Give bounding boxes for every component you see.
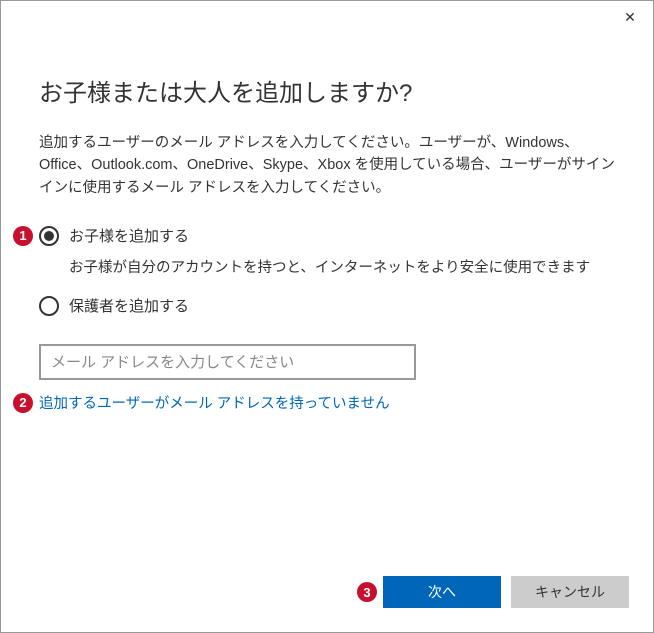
titlebar: ✕ [1, 1, 653, 33]
radio-option-child[interactable]: 1 お子様を追加する [39, 225, 615, 246]
radio-child-icon[interactable] [39, 226, 59, 246]
radio-child-label: お子様を追加する [69, 225, 189, 246]
dialog-window: ✕ お子様または大人を追加しますか? 追加するユーザーのメール アドレスを入力し… [0, 0, 654, 633]
radio-group: 1 お子様を追加する お子様が自分のアカウントを持つと、インターネットをより安全… [39, 225, 615, 316]
dialog-footer: 3 次へ キャンセル [357, 576, 629, 608]
annotation-badge-1: 1 [13, 226, 33, 246]
radio-child-subtext: お子様が自分のアカウントを持つと、インターネットをより安全に使用できます [69, 256, 615, 277]
radio-option-guardian[interactable]: 保護者を追加する [39, 295, 615, 316]
no-email-link-row: 2 追加するユーザーがメール アドレスを持っていません [39, 392, 615, 413]
next-button[interactable]: 次へ [383, 576, 501, 608]
dialog-heading: お子様または大人を追加しますか? [39, 73, 615, 108]
radio-guardian-icon[interactable] [39, 296, 59, 316]
dialog-description: 追加するユーザーのメール アドレスを入力してください。ユーザーが、Windows… [39, 132, 615, 199]
close-icon: ✕ [624, 9, 636, 26]
email-input[interactable] [39, 344, 416, 380]
radio-guardian-label: 保護者を追加する [69, 295, 189, 316]
close-button[interactable]: ✕ [607, 1, 653, 33]
no-email-link[interactable]: 追加するユーザーがメール アドレスを持っていません [39, 392, 390, 413]
annotation-badge-2: 2 [13, 393, 33, 413]
annotation-badge-3: 3 [357, 582, 377, 602]
dialog-content: お子様または大人を追加しますか? 追加するユーザーのメール アドレスを入力してく… [1, 33, 653, 413]
cancel-button[interactable]: キャンセル [511, 576, 629, 608]
